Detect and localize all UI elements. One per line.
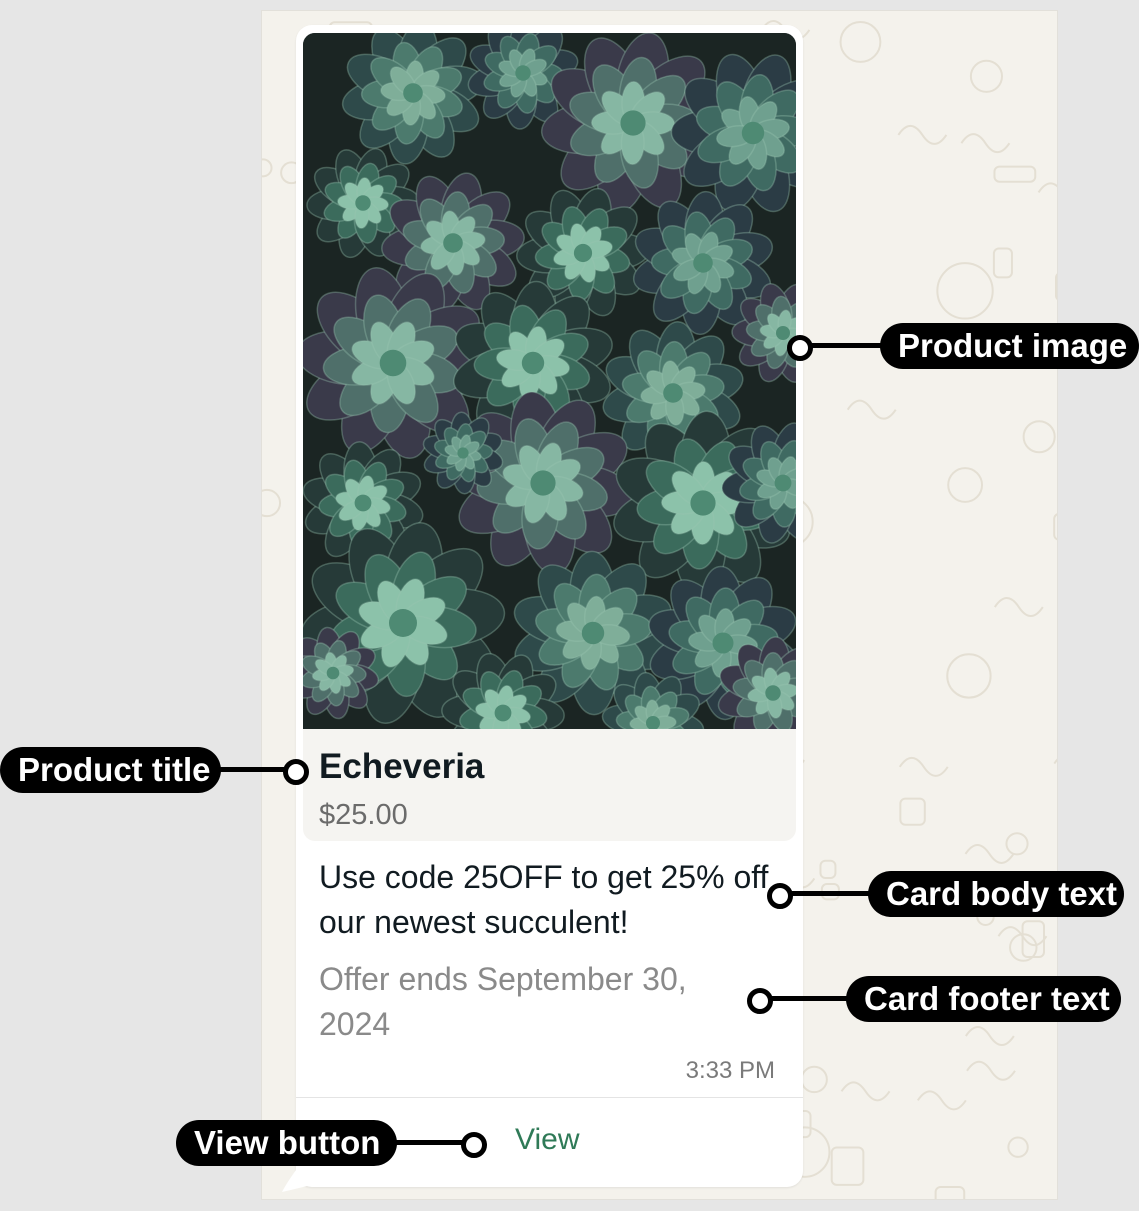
card-body-text: Use code 25OFF to get 25% off our newest… [319,859,769,940]
product-title-leader [212,767,292,772]
product-title-callout: Product title [0,747,221,793]
card-footer-leader [770,996,852,1001]
view-button-marker [461,1132,487,1158]
product-title-marker [283,759,309,785]
product-image[interactable] [303,33,796,729]
view-button-callout: View button [176,1120,397,1166]
card-footer-marker [747,988,773,1014]
product-price: $25.00 [319,799,408,831]
product-image-marker [787,335,813,361]
card-body-leader [790,891,870,896]
view-button-leader [390,1140,470,1145]
view-button-label: View [515,1123,580,1156]
product-title: Echeveria [319,747,485,786]
succulent-photo [303,33,796,729]
product-preview[interactable]: Echeveria $25.00 [303,33,796,841]
product-image-callout: Product image [880,323,1139,369]
card-body-marker [767,883,793,909]
product-image-leader [808,343,888,348]
card-footer-text: Offer ends September 30, 2024 [319,961,687,1042]
message-timestamp: 3:33 PM [685,1057,775,1084]
card-body-callout: Card body text [868,871,1124,917]
card-footer-callout: Card footer text [846,976,1121,1022]
